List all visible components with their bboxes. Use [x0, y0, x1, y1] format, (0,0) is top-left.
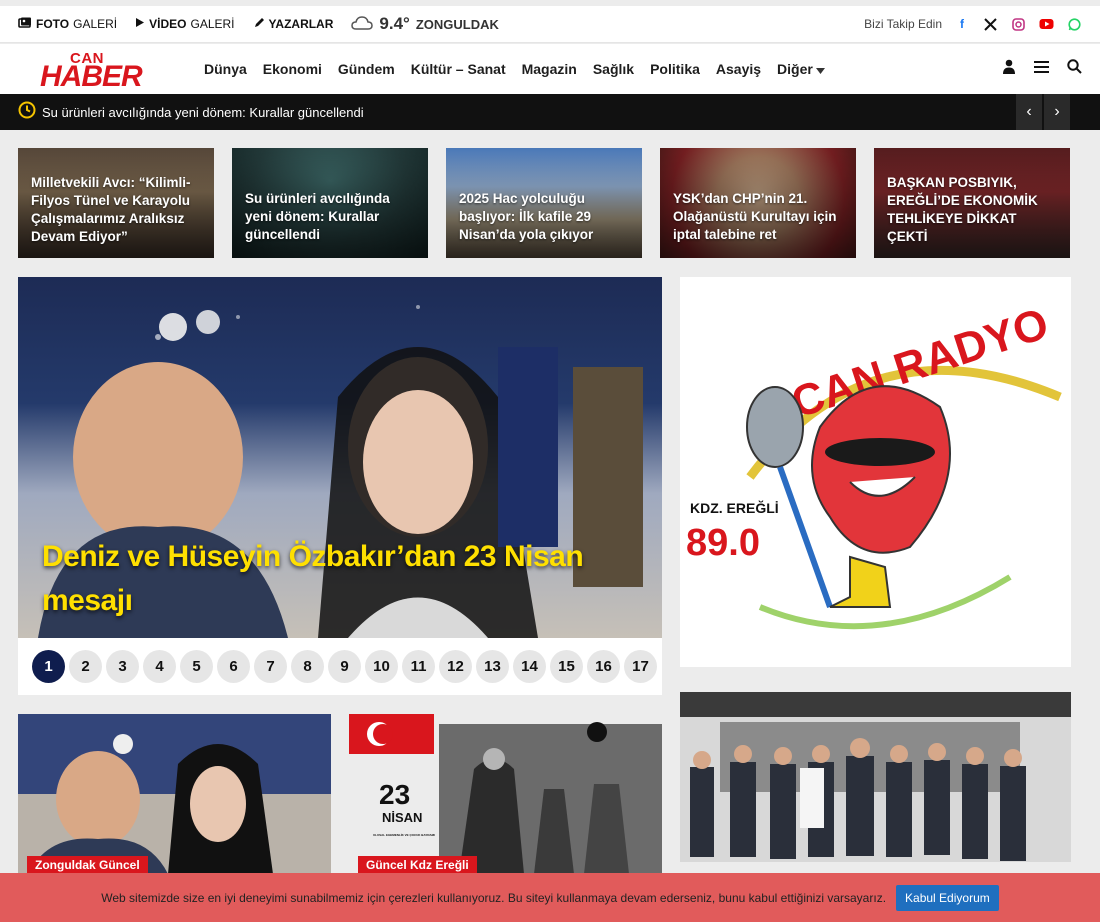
logo-haber: HABER: [40, 60, 143, 93]
news-card-title: 2025 Hac yolculuğu başlıyor: İlk kafile …: [459, 191, 594, 242]
user-icon[interactable]: [1002, 59, 1016, 79]
bottom-card-overlay-month: NİSAN: [382, 810, 422, 825]
bottom-card-overlay-day: 23: [379, 779, 410, 810]
facebook-icon[interactable]: f: [954, 16, 970, 32]
pager-item[interactable]: 9: [328, 650, 361, 683]
main-header: CAN HABER Dünya Ekonomi Gündem Kültür – …: [0, 44, 1100, 94]
bottom-card-overlay-sub: ULUSAL EGEMENLİK VE ÇOCUK BAYRAMI: [373, 832, 435, 837]
x-icon[interactable]: [982, 16, 998, 32]
clock-icon: [18, 101, 36, 124]
photo-gallery-rest: GALERİ: [73, 17, 118, 31]
news-card[interactable]: 2025 Hac yolculuğu başlıyor: İlk kafile …: [446, 148, 642, 258]
weather-temp: 9.4°: [379, 14, 410, 33]
instagram-icon[interactable]: [1010, 16, 1026, 32]
play-icon: [135, 17, 145, 31]
cookie-accept-button[interactable]: Kabul Ediyorum: [896, 884, 999, 911]
slider-headline[interactable]: Deniz ve Hüseyin Özbakır’dan 23 Nisan me…: [42, 535, 622, 623]
whatsapp-icon[interactable]: [1066, 16, 1082, 32]
pager-item[interactable]: 2: [69, 650, 102, 683]
ticker-controls: ‹ ›: [1014, 94, 1070, 130]
video-gallery-bold: VİDEO: [149, 17, 187, 31]
pager-item[interactable]: 15: [550, 650, 583, 683]
nav-item-diger-label: Diğer: [777, 61, 813, 77]
authors-link[interactable]: YAZARLAR: [253, 17, 334, 32]
pager-item[interactable]: 14: [513, 650, 546, 683]
news-card[interactable]: Su ürünleri avcılığında yeni dönem: Kura…: [232, 148, 428, 258]
news-card-title: YSK’dan CHP’nin 21. Olağanüstü Kurultayı…: [673, 191, 837, 242]
pager-item[interactable]: 10: [365, 650, 398, 683]
top-news-cards: Milletvekili Avcı: “Kilimli-Filyos Tünel…: [18, 148, 1071, 258]
weather-city: ZONGULDAK: [415, 16, 499, 32]
header-icons: [1002, 59, 1082, 79]
nav-item-diger[interactable]: Diğer: [777, 61, 825, 77]
cookie-banner: Web sitemizde size en iyi deneyimi sunab…: [0, 873, 1100, 922]
search-icon[interactable]: [1067, 59, 1082, 79]
photo-gallery-icon: [18, 17, 32, 32]
news-card[interactable]: BAŞKAN POSBIYIK, EREĞLİ’DE EKONOMİK TEHL…: [874, 148, 1070, 258]
nav-item-politika[interactable]: Politika: [650, 61, 700, 77]
pager-item-active[interactable]: 1: [32, 650, 65, 683]
bottom-card-image: [18, 714, 331, 874]
top-links: FOTO GALERİ VİDEO GALERİ YAZARLAR 9.4° Z…: [18, 14, 499, 34]
news-card[interactable]: YSK’dan CHP’nin 21. Olağanüstü Kurultayı…: [660, 148, 856, 258]
nav-item-dunya[interactable]: Dünya: [204, 61, 247, 77]
pager-item[interactable]: 4: [143, 650, 176, 683]
nav-item-gundem[interactable]: Gündem: [338, 61, 395, 77]
photo-gallery-bold: FOTO: [36, 17, 70, 31]
bottom-news-card[interactable]: 23 NİSAN ULUSAL EGEMENLİK VE ÇOCUK BAYRA…: [349, 714, 662, 874]
nav-item-kultur-sanat[interactable]: Kültür – Sanat: [411, 61, 506, 77]
news-card-title: Su ürünleri avcılığında yeni dönem: Kura…: [245, 191, 390, 242]
news-card-title: Milletvekili Avcı: “Kilimli-Filyos Tünel…: [31, 175, 191, 244]
pager-item[interactable]: 5: [180, 650, 213, 683]
top-bar: FOTO GALERİ VİDEO GALERİ YAZARLAR 9.4° Z…: [0, 6, 1100, 43]
side-news-photo[interactable]: [680, 692, 1071, 862]
slider-pager: 1 2 3 4 5 6 7 8 9 10 11 12 13 14 15 16 1…: [18, 638, 662, 695]
bottom-news-card[interactable]: Zonguldak Güncel: [18, 714, 331, 874]
weather-widget: 9.4° ZONGULDAK: [351, 14, 499, 34]
pager-item[interactable]: 11: [402, 650, 435, 683]
pen-icon: [253, 17, 265, 32]
pager-item[interactable]: 17: [624, 650, 657, 683]
nav-item-saglik[interactable]: Sağlık: [593, 61, 634, 77]
authors-label: YAZARLAR: [268, 17, 334, 31]
nav-item-ekonomi[interactable]: Ekonomi: [263, 61, 322, 77]
photo-gallery-link[interactable]: FOTO GALERİ: [18, 17, 117, 32]
pager-item[interactable]: 7: [254, 650, 287, 683]
ticker-text[interactable]: Su ürünleri avcılığında yeni dönem: Kura…: [42, 105, 364, 120]
bottom-card-image: 23 NİSAN ULUSAL EGEMENLİK VE ÇOCUK BAYRA…: [349, 714, 662, 874]
chevron-right-icon[interactable]: ›: [1044, 94, 1070, 130]
follow-label: Bizi Takip Edin: [864, 17, 942, 31]
pager-item[interactable]: 16: [587, 650, 620, 683]
radio-ad-frequency: 89.0: [686, 522, 760, 564]
youtube-icon[interactable]: [1038, 16, 1054, 32]
pager-item[interactable]: 13: [476, 650, 509, 683]
site-logo[interactable]: CAN HABER: [28, 50, 176, 93]
cloud-icon: [351, 15, 374, 34]
pager-item[interactable]: 6: [217, 650, 250, 683]
chevron-left-icon[interactable]: ‹: [1016, 94, 1042, 130]
news-card[interactable]: Milletvekili Avcı: “Kilimli-Filyos Tünel…: [18, 148, 214, 258]
caret-down-icon: [815, 61, 825, 77]
menu-icon[interactable]: [1034, 60, 1049, 78]
main-nav: Dünya Ekonomi Gündem Kültür – Sanat Maga…: [204, 61, 825, 77]
nav-item-magazin[interactable]: Magazin: [522, 61, 577, 77]
side-photo-image: [680, 692, 1071, 862]
radio-ad-location: KDZ. EREĞLİ: [690, 499, 779, 516]
category-tag[interactable]: Zonguldak Güncel: [27, 856, 148, 874]
pager-item[interactable]: 12: [439, 650, 472, 683]
cookie-message: Web sitemizde size en iyi deneyimi sunab…: [101, 890, 887, 905]
pager-item[interactable]: 3: [106, 650, 139, 683]
pager-item[interactable]: 8: [291, 650, 324, 683]
breaking-news-ticker: Su ürünleri avcılığında yeni dönem: Kura…: [0, 94, 1100, 130]
video-gallery-link[interactable]: VİDEO GALERİ: [135, 17, 235, 31]
main-slider[interactable]: Deniz ve Hüseyin Özbakır’dan 23 Nisan me…: [18, 277, 662, 638]
can-radyo-ad[interactable]: CAN RADYO KDZ. EREĞLİ 89.0: [680, 277, 1071, 667]
video-gallery-rest: GALERİ: [190, 17, 235, 31]
social-area: Bizi Takip Edin f: [864, 16, 1082, 32]
radio-ad-graphic: CAN RADYO KDZ. EREĞLİ 89.0: [686, 299, 1062, 630]
category-tag[interactable]: Güncel Kdz Ereğli: [358, 856, 477, 874]
nav-item-asayis[interactable]: Asayiş: [716, 61, 761, 77]
news-card-title: BAŞKAN POSBIYIK, EREĞLİ’DE EKONOMİK TEHL…: [887, 175, 1038, 244]
